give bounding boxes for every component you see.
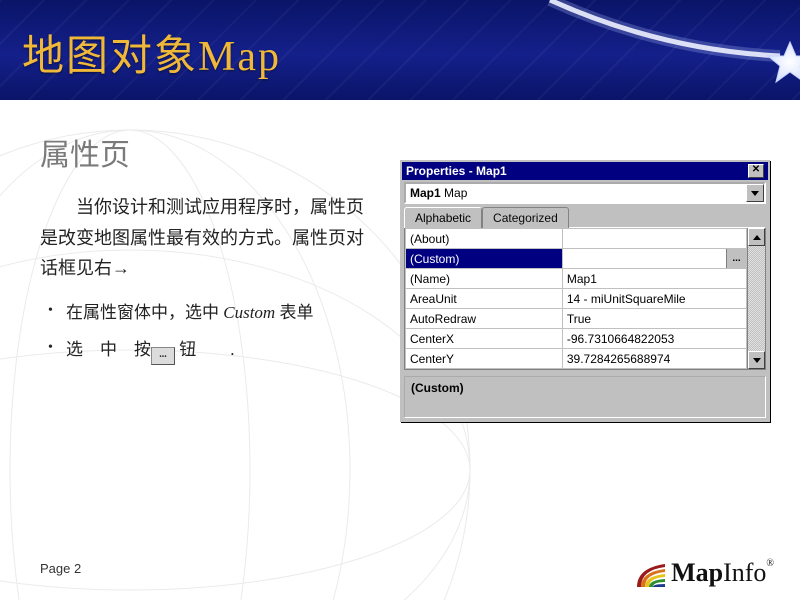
tab-categorized[interactable]: Categorized [482,207,569,228]
slide-banner: 地图对象Map [0,0,800,100]
object-selector-combo[interactable]: Map1 Map [404,182,766,204]
page-number: Page 2 [40,561,81,576]
property-row[interactable]: CenterY39.7284265688974 [406,349,747,369]
property-value[interactable]: 39.7284265688974 [562,349,746,369]
property-name[interactable]: CenterY [406,349,563,369]
property-value[interactable] [562,229,746,249]
property-row[interactable]: (About) [406,229,747,249]
close-button[interactable]: ✕ [748,164,764,178]
bullet-1-em: Custom [223,303,275,322]
bullet-list: 在属性窗体中，选中 Custom 表单 选 中 按... 钮 . [48,294,378,369]
property-row[interactable]: AutoRedrawTrue [406,309,747,329]
object-selector-name: Map1 [410,186,441,200]
banner-star-swoosh [540,0,800,100]
mapinfo-logo-icon [635,562,667,588]
properties-titlebar[interactable]: Properties - Map1 ✕ [402,162,768,180]
property-value[interactable]: 14 - miUnitSquareMile [562,289,746,309]
property-row[interactable]: CenterX-96.7310664822053 [406,329,747,349]
property-name[interactable]: AreaUnit [406,289,563,309]
bullet-2-pre: 选 中 按 [66,340,151,359]
bullet-1-pre: 在属性窗体中，选中 [66,303,223,322]
property-grid: (About)(Custom)...(Name)Map1AreaUnit14 -… [404,227,766,370]
property-name[interactable]: (Custom) [406,249,563,269]
scroll-down-button[interactable] [748,351,765,369]
mapinfo-logo: MapInfo® [635,558,774,588]
tab-alphabetic[interactable]: Alphabetic [404,207,482,228]
property-name[interactable]: (About) [406,229,563,249]
logo-rest: Info [723,558,766,587]
mapinfo-logo-text: MapInfo® [671,558,774,588]
bullet-item-2: 选 中 按... 钮 . [48,331,378,368]
property-name[interactable]: AutoRedraw [406,309,563,329]
bullet-item-1: 在属性窗体中，选中 Custom 表单 [48,294,378,331]
property-value[interactable]: True [562,309,746,329]
object-selector-text: Map1 Map [406,186,746,200]
logo-bold: Map [671,558,723,587]
bullet-2-post: 钮 . [175,340,235,359]
property-row[interactable]: AreaUnit14 - miUnitSquareMile [406,289,747,309]
property-value[interactable]: Map1 [562,269,746,289]
property-description: (Custom) [404,376,766,418]
properties-title: Properties - Map1 [406,164,748,178]
bullet-1-post: 表单 [275,303,313,322]
slide-title: 地图对象Map [22,22,281,83]
logo-registered: ® [766,558,774,569]
object-selector-type: Map [441,186,468,200]
scroll-track[interactable] [748,246,765,351]
property-tabs: Alphabetic Categorized [404,207,766,228]
property-row[interactable]: (Name)Map1 [406,269,747,289]
property-value[interactable]: ... [562,249,746,269]
property-name[interactable]: (Name) [406,269,563,289]
ellipsis-icon: ... [151,347,175,365]
property-scrollbar[interactable] [747,228,765,369]
combo-dropdown-icon[interactable] [746,184,764,202]
property-name[interactable]: CenterX [406,329,563,349]
property-ellipsis-button[interactable]: ... [726,249,746,268]
properties-window: Properties - Map1 ✕ Map1 Map Alphabetic … [400,160,770,422]
section-paragraph: 当你设计和测试应用程序时，属性页是改变地图属性最有效的方式。属性页对话框见右→ [40,192,370,284]
property-table: (About)(Custom)...(Name)Map1AreaUnit14 -… [405,228,747,369]
property-row[interactable]: (Custom)... [406,249,747,269]
scroll-up-button[interactable] [748,228,765,246]
property-value[interactable]: -96.7310664822053 [562,329,746,349]
